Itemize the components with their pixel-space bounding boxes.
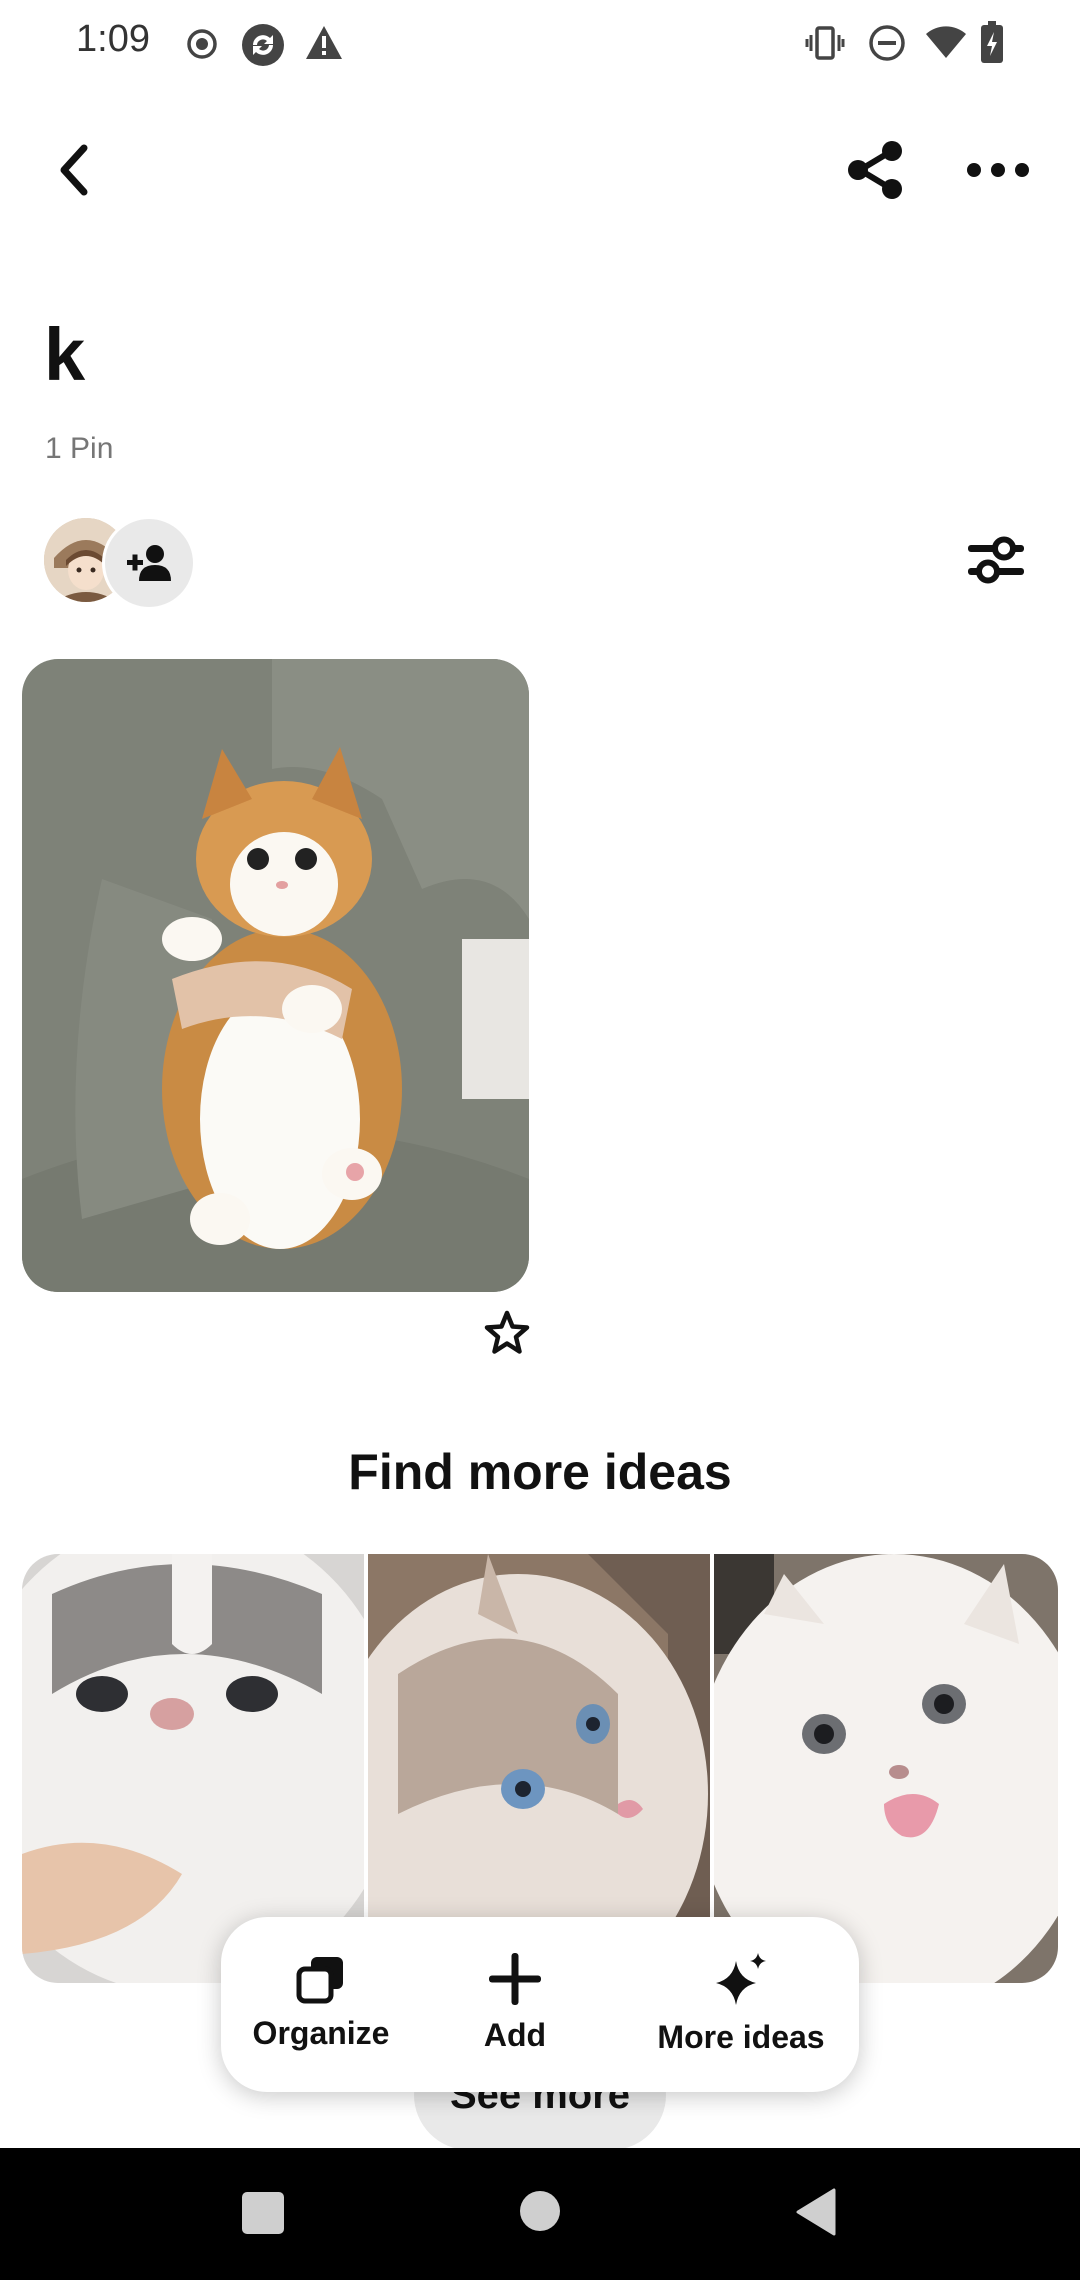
share-icon <box>848 141 902 199</box>
add-person-icon <box>127 545 171 581</box>
more-horizontal-icon <box>967 163 1029 177</box>
status-bar: 1:09 <box>0 0 1080 88</box>
more-ideas-label: More ideas <box>657 2019 825 2055</box>
add-label: Add <box>483 2017 547 2053</box>
back-triangle-icon[interactable] <box>796 2188 836 2236</box>
recents-square-icon[interactable] <box>242 2192 284 2234</box>
star-outline-icon <box>484 1310 530 1354</box>
sync-app-icon <box>240 22 286 68</box>
back-button[interactable] <box>44 136 104 204</box>
sparkle-icon <box>716 1953 766 2005</box>
system-nav-bar <box>0 2148 1080 2280</box>
more-ideas-button[interactable]: More ideas <box>651 1917 831 2092</box>
organize-button[interactable]: Organize <box>253 1917 389 2092</box>
do-not-disturb-icon <box>868 24 906 62</box>
filter-button[interactable] <box>966 532 1026 588</box>
wifi-icon <box>924 24 968 60</box>
board-action-bar: Organize Add More ideas <box>221 1917 859 2092</box>
add-collaborator-button[interactable] <box>102 516 196 610</box>
status-time: 1:09 <box>76 18 150 60</box>
chevron-left-icon <box>60 144 88 196</box>
more-options-button[interactable] <box>966 150 1030 190</box>
pin-image[interactable] <box>22 659 529 1292</box>
vibrate-icon <box>804 22 846 64</box>
plus-icon <box>489 1953 541 2005</box>
find-more-ideas-title: Find more ideas <box>348 1444 732 1500</box>
pin-count: 1 Pin <box>45 432 114 465</box>
record-icon <box>186 28 218 60</box>
organize-label: Organize <box>252 2015 390 2051</box>
board-title: k <box>44 313 86 396</box>
share-button[interactable] <box>846 140 906 200</box>
warning-icon <box>304 24 344 62</box>
battery-charging-icon <box>980 20 1004 64</box>
filter-sliders-icon <box>968 536 1024 584</box>
organize-icon <box>296 1957 343 2004</box>
home-circle-icon[interactable] <box>520 2191 560 2231</box>
favorite-button[interactable] <box>484 1310 530 1356</box>
add-button[interactable]: Add <box>465 1917 565 2092</box>
